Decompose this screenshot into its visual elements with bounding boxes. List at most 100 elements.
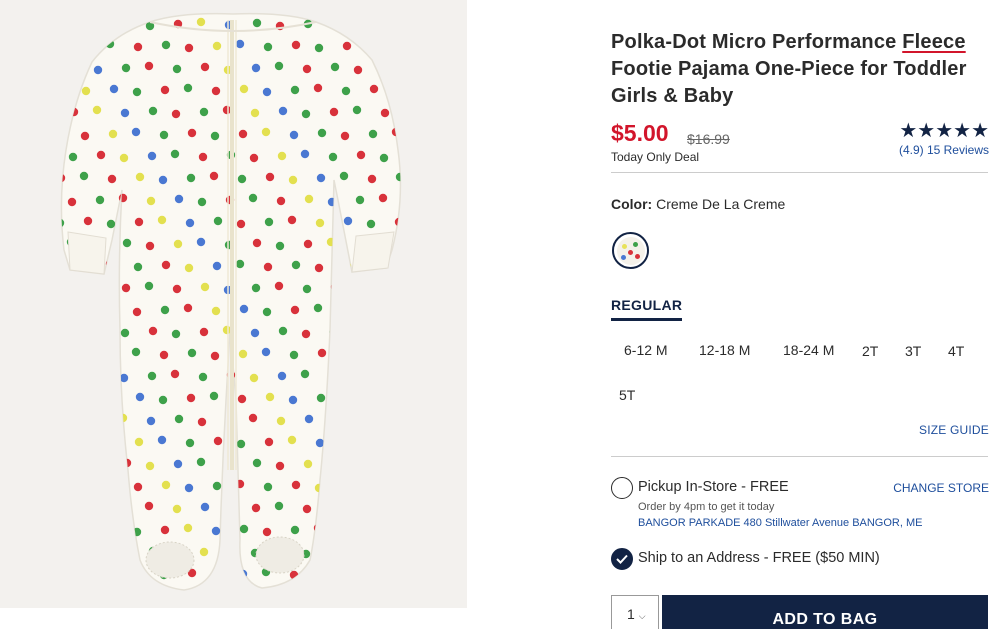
polka-dot — [290, 305, 300, 315]
polka-dot — [238, 349, 248, 359]
divider — [611, 172, 988, 173]
size-option[interactable]: 3T — [905, 343, 921, 359]
polka-dot — [120, 328, 130, 338]
polka-dot — [120, 548, 130, 558]
size-option[interactable]: 4T — [948, 343, 964, 359]
polka-dot — [213, 216, 223, 226]
polka-dot — [380, 548, 390, 558]
polka-dot — [134, 437, 144, 447]
polka-dot — [146, 196, 156, 206]
polka-dot — [263, 262, 273, 272]
polka-dot — [196, 237, 206, 247]
polka-dot — [81, 306, 91, 316]
tab-regular[interactable]: REGULAR — [611, 297, 683, 321]
polka-dot — [342, 41, 352, 51]
polka-dot — [67, 417, 77, 427]
polka-dot — [288, 175, 298, 185]
size-option[interactable]: 18-24 M — [783, 342, 834, 358]
polka-dot — [329, 593, 337, 601]
polka-dot — [304, 414, 314, 424]
polka-dot — [274, 281, 284, 291]
color-row: Color: Creme De La Creme — [611, 196, 785, 212]
polka-dot — [70, 62, 80, 72]
polka-dot — [341, 306, 351, 316]
add-to-bag-button[interactable]: ADD TO BAG — [662, 595, 988, 629]
polka-dot — [378, 193, 388, 203]
polka-dot — [161, 40, 171, 50]
product-title: Polka-Dot Micro Performance Fleece Footi… — [611, 31, 967, 107]
polka-dot — [61, 568, 67, 578]
quantity-select[interactable]: 1 ⌵ — [611, 595, 659, 629]
size-option[interactable]: 6-12 M — [624, 342, 668, 358]
color-value: Creme De La Creme — [656, 196, 786, 212]
polka-dot — [144, 501, 154, 511]
polka-dot — [69, 327, 79, 337]
polka-dot — [107, 394, 117, 404]
change-store-link[interactable]: CHANGE STORE — [893, 481, 989, 495]
polka-dot — [196, 17, 206, 27]
polka-dot — [314, 483, 324, 493]
polka-dot — [303, 239, 313, 249]
polka-dot — [248, 413, 258, 423]
polka-dot — [250, 328, 260, 338]
size-option[interactable]: 2T — [862, 343, 878, 359]
polka-dot — [313, 83, 323, 93]
polka-dot — [392, 87, 401, 97]
polka-dot — [394, 217, 401, 227]
polka-dot — [289, 130, 299, 140]
polka-dot — [354, 460, 364, 470]
polka-dot — [248, 193, 258, 203]
polka-dot — [159, 350, 169, 360]
polka-dot — [328, 372, 338, 382]
polka-dot — [80, 351, 90, 361]
polka-dot — [200, 502, 210, 512]
polka-dot — [158, 395, 168, 405]
polka-dot — [356, 150, 366, 160]
polka-dot — [170, 589, 180, 590]
title-highlight: Fleece — [902, 31, 966, 53]
polka-dot — [275, 461, 285, 471]
product-image[interactable] — [0, 0, 467, 608]
polka-dot — [183, 523, 193, 533]
polka-dot — [93, 505, 103, 515]
polka-dot — [238, 129, 248, 139]
polka-dot — [262, 307, 272, 317]
size-option[interactable]: 5T — [619, 387, 635, 403]
polka-dot — [277, 151, 287, 161]
polka-dot — [80, 131, 90, 141]
polka-dot — [367, 394, 377, 404]
sale-price: $5.00 — [611, 120, 669, 146]
polka-dot — [329, 327, 339, 337]
polka-dot — [131, 567, 141, 577]
polka-dot — [212, 41, 222, 51]
polka-dot — [109, 84, 119, 94]
polka-dot — [172, 504, 182, 514]
polka-dot — [187, 348, 197, 358]
polka-dot — [210, 131, 220, 141]
size-guide-link[interactable]: SIZE GUIDE — [919, 423, 989, 437]
size-option[interactable]: 12-18 M — [699, 342, 750, 358]
polka-dot — [365, 479, 375, 489]
polka-dot — [184, 263, 194, 273]
polka-dot — [69, 547, 79, 557]
polka-dot — [304, 194, 314, 204]
pickup-radio[interactable] — [611, 477, 633, 499]
polka-dot — [316, 173, 326, 183]
polka-dot — [95, 415, 105, 425]
polka-dot — [300, 149, 310, 159]
polka-dot — [61, 263, 64, 273]
color-swatch[interactable] — [612, 232, 649, 269]
polka-dot — [265, 172, 275, 182]
polka-dot — [341, 526, 351, 536]
polka-dot — [291, 40, 301, 50]
polka-dot — [237, 174, 247, 184]
ship-radio[interactable] — [611, 548, 633, 570]
store-address: BANGOR PARKADE 480 Stillwater Avenue BAN… — [638, 517, 923, 529]
polka-dot — [227, 591, 235, 599]
original-price: $16.99 — [687, 131, 730, 147]
polka-dot — [108, 129, 118, 139]
reviews-link[interactable]: (4.9) 15 Reviews — [899, 143, 989, 157]
polka-dot — [357, 591, 365, 599]
polka-dot — [122, 238, 132, 248]
polka-dot — [92, 105, 102, 115]
